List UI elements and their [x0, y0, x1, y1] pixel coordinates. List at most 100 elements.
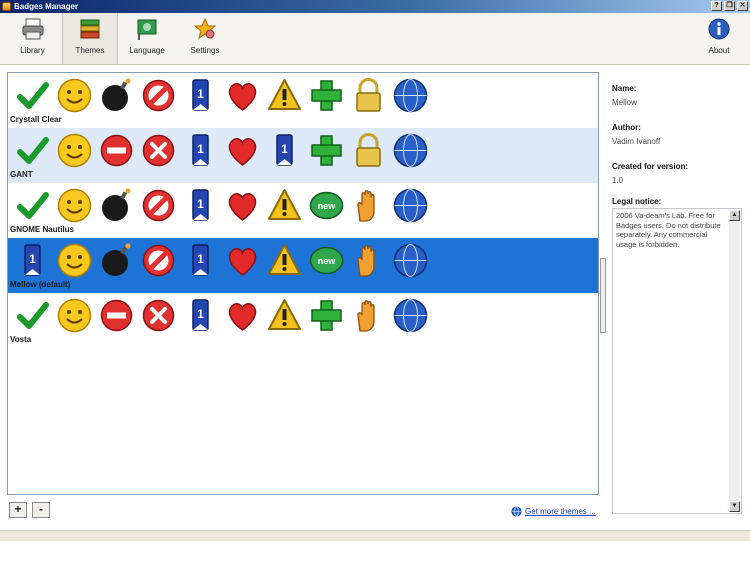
name-value: Mellow	[612, 98, 637, 107]
star-gear-icon	[193, 17, 217, 40]
restore-window-button[interactable]: ❐	[724, 1, 735, 11]
toolbar: Library Themes Language Settings About	[0, 13, 750, 65]
theme-row-selected[interactable]: 1 1 new Mellow (default)	[8, 238, 598, 293]
legal-text: 2006 Va-deam's Lab. Free for Badges user…	[616, 211, 721, 249]
hand-badge-icon	[357, 300, 375, 332]
badge-strip: 1	[14, 297, 429, 334]
svg-text:1: 1	[197, 252, 204, 266]
badge-strip: 1	[14, 77, 429, 114]
svg-text:1: 1	[197, 197, 204, 211]
settings-button[interactable]: Settings	[180, 13, 230, 64]
heart-badge-icon	[228, 303, 257, 331]
theme-name: Crystall Clear	[10, 115, 62, 124]
library-button[interactable]: Library	[5, 13, 60, 64]
badge-strip: 11	[14, 132, 429, 169]
smiley-badge-icon	[57, 78, 92, 113]
check-badge-icon	[17, 302, 49, 329]
badge-strip: 1 1 new	[14, 242, 429, 279]
about-button[interactable]: About	[700, 13, 738, 64]
x-badge-icon	[142, 134, 175, 167]
warning-badge-icon	[268, 189, 301, 220]
heart-badge-icon	[228, 83, 257, 111]
info-icon	[708, 18, 730, 40]
svg-text:1: 1	[281, 142, 288, 156]
themes-button[interactable]: Themes	[62, 13, 118, 64]
plus-badge-icon	[311, 80, 342, 111]
printer-icon	[22, 18, 43, 40]
ribbon-badge-icon: 1	[192, 189, 209, 221]
warning-badge-icon	[268, 299, 301, 330]
legal-notice-box[interactable]: 2006 Va-deam's Lab. Free for Badges user…	[612, 208, 742, 514]
help-window-button[interactable]: ?	[711, 1, 722, 11]
svg-text:new: new	[318, 256, 337, 266]
forbidden-badge-icon	[142, 79, 175, 112]
bomb-badge-icon	[102, 243, 131, 276]
author-label: Author:	[612, 123, 641, 132]
svg-text:new: new	[318, 201, 337, 211]
theme-name: Mellow (default)	[10, 280, 71, 289]
heart-badge-icon	[228, 138, 257, 166]
panel-splitter[interactable]	[600, 258, 606, 333]
version-value: 1.0	[612, 176, 624, 185]
scroll-up-button[interactable]: ▲	[729, 210, 740, 221]
theme-details: Name: Mellow Author: Vadim Ivanoff Creat…	[612, 84, 742, 201]
check-badge-icon	[17, 82, 49, 109]
legal-notice-header: Legal notice:	[612, 197, 661, 206]
smiley-badge-icon	[57, 133, 92, 168]
svg-text:1: 1	[29, 252, 36, 266]
check-badge-icon	[17, 137, 49, 164]
check-badge-icon	[17, 192, 49, 219]
svg-text:1: 1	[197, 142, 204, 156]
heart-badge-icon	[228, 248, 257, 276]
theme-row[interactable]: 1 Crystall Clear	[8, 73, 598, 128]
warning-badge-icon	[268, 79, 301, 110]
forbidden-badge-icon	[142, 244, 175, 277]
new-badge-icon: new	[309, 191, 344, 220]
remove-theme-button[interactable]: -	[32, 502, 50, 518]
name-label: Name:	[612, 84, 637, 93]
smiley-badge-icon	[57, 243, 92, 278]
theme-name: GANT	[10, 170, 33, 179]
bomb-badge-icon	[102, 188, 131, 221]
flag-icon	[137, 19, 157, 40]
globe-badge-icon	[393, 298, 428, 333]
author-value: Vadim Ivanoff	[612, 137, 661, 146]
lock-badge-icon	[356, 133, 381, 167]
scroll-down-button[interactable]: ▼	[729, 501, 740, 512]
add-theme-button[interactable]: +	[9, 502, 27, 518]
get-more-themes-link[interactable]: Get more themes ...	[511, 506, 596, 517]
close-window-button[interactable]: ✕	[737, 1, 748, 11]
app-icon	[2, 2, 11, 11]
smiley-badge-icon	[57, 188, 92, 223]
themes-list[interactable]: 1 Crystall Clear 11 GANT 1 new GNOME Naut…	[7, 72, 599, 495]
ribbon-badge-icon: 1	[192, 299, 209, 331]
theme-name: Vosta	[10, 335, 32, 344]
legal-scrollbar[interactable]: ▲ ▼	[729, 210, 740, 512]
smiley-badge-icon	[57, 298, 92, 333]
globe-badge-icon	[393, 133, 428, 168]
theme-row[interactable]: 11 GANT	[8, 128, 598, 183]
globe-badge-icon	[393, 188, 428, 223]
badge-strip: 1 new	[14, 187, 429, 224]
bomb-badge-icon	[102, 78, 131, 111]
hand-badge-icon	[357, 190, 375, 222]
plus-badge-icon	[311, 300, 342, 331]
legal-label: Legal notice:	[612, 197, 662, 206]
svg-text:1: 1	[197, 87, 204, 101]
theme-name: GNOME Nautilus	[10, 225, 75, 234]
minus-badge-icon	[100, 134, 133, 167]
heart-badge-icon	[228, 193, 257, 221]
ribbon-badge-icon: 1	[192, 244, 209, 276]
lock-badge-icon	[356, 78, 381, 112]
minus-badge-icon	[100, 299, 133, 332]
theme-row[interactable]: 1 new GNOME Nautilus	[8, 183, 598, 238]
x-badge-icon	[142, 299, 175, 332]
theme-row[interactable]: 1 Vosta	[8, 293, 598, 348]
hand-badge-icon	[357, 245, 375, 277]
window-title: Badges Manager	[14, 2, 79, 11]
language-button[interactable]: Language	[122, 13, 172, 64]
ribbon-badge-icon: 1	[192, 134, 209, 166]
plus-badge-icon	[311, 135, 342, 166]
ribbon-badge-icon: 1	[276, 134, 293, 166]
globe-link-icon	[511, 506, 522, 517]
